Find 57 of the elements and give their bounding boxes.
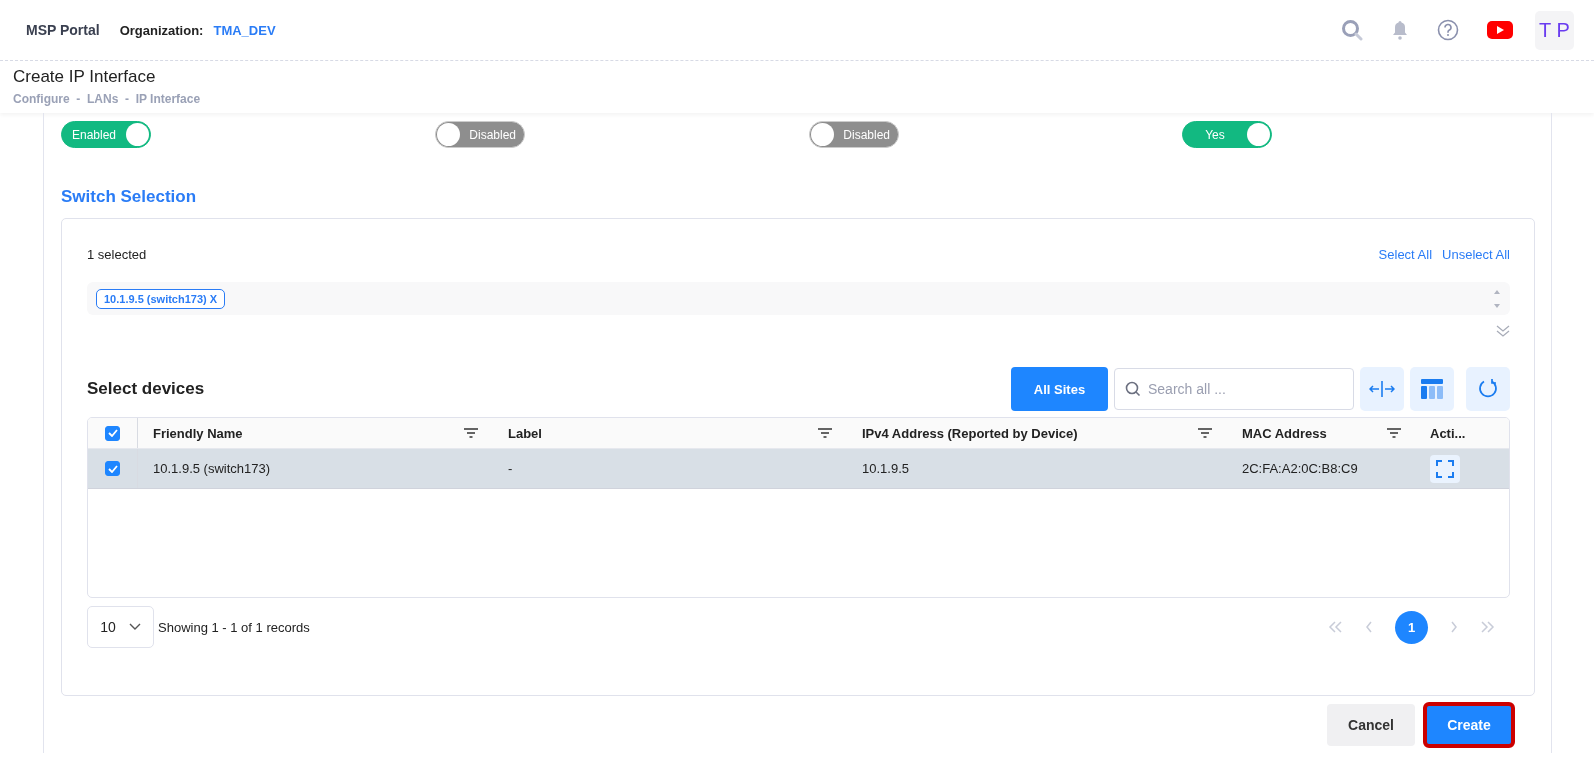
column-header[interactable]: IPv4 Address (Reported by Device) (862, 425, 1078, 441)
organization-label: Organization: (119, 22, 204, 38)
app-name[interactable]: MSP Portal (26, 22, 100, 38)
checkmark-icon (107, 429, 118, 437)
checkmark-icon (107, 464, 118, 473)
breadcrumb[interactable]: Configure - LANs - IP Interface (13, 92, 1581, 106)
table-cell: 10.1.9.5 (switch173) (153, 461, 271, 476)
toggle-switch[interactable]: Yes (1182, 121, 1272, 148)
column-header[interactable]: Friendly Name (153, 425, 243, 441)
selected-chip[interactable]: 10.1.9.5 (switch173) X (96, 288, 226, 309)
resize-columns-button[interactable] (1360, 367, 1404, 411)
all-sites-button[interactable]: All Sites (1011, 367, 1108, 411)
column-header[interactable]: Acti... (1430, 425, 1466, 441)
expand-chevron-icon[interactable] (1496, 325, 1510, 337)
table-cell: 10.1.9.5 (862, 461, 909, 476)
records-summary: Showing 1 - 1 of 1 records (158, 619, 310, 635)
page-button[interactable]: 1 (1395, 610, 1428, 644)
columns-button[interactable] (1410, 367, 1454, 411)
table-cell: 2C:FA:A2:0C:B8:C9 (1242, 461, 1358, 476)
column-header[interactable]: MAC Address (1242, 425, 1327, 441)
columns-icon (1421, 379, 1443, 399)
filter-icon[interactable] (818, 428, 832, 438)
bell-icon[interactable] (1391, 20, 1409, 40)
filter-icon[interactable] (464, 428, 478, 438)
page-size-select[interactable]: 10 (87, 606, 154, 648)
refresh-button[interactable] (1466, 367, 1510, 411)
toggle-switch[interactable]: Enabled (61, 121, 151, 148)
toggle-switch[interactable]: Disabled (435, 121, 525, 148)
table-cell: - (508, 461, 513, 476)
select-all-checkbox[interactable] (105, 425, 120, 441)
help-icon[interactable] (1437, 19, 1459, 41)
filter-icon[interactable] (1198, 428, 1212, 438)
fullscreen-icon (1436, 459, 1454, 478)
section-heading: Switch Selection (61, 187, 198, 207)
table-row[interactable]: 10.1.9.5 (switch173) - 10.1.9.5 2C:FA:A2:0C:B8:C9 (88, 449, 1509, 489)
refresh-icon (1477, 378, 1499, 400)
expand-button[interactable] (1430, 454, 1460, 483)
selected-count: 1 selected (87, 247, 147, 262)
row-checkbox[interactable] (105, 461, 120, 476)
create-button[interactable]: Create (1425, 704, 1513, 746)
unselect-all-link[interactable]: Unselect All (1442, 247, 1510, 262)
section-heading: Select devices (87, 379, 205, 399)
scroll-arrows-icon[interactable] (1493, 288, 1501, 309)
toggle-switch[interactable]: Disabled (809, 121, 899, 148)
split-arrows-icon (1369, 380, 1395, 398)
filter-icon[interactable] (1387, 428, 1401, 438)
search-icon[interactable] (1341, 19, 1363, 41)
search-field[interactable]: Search all ... (1114, 368, 1354, 410)
play-logo-icon[interactable] (1487, 21, 1513, 39)
select-all-link[interactable]: Select All (1378, 247, 1433, 262)
page-title: Create IP Interface (13, 67, 157, 87)
cancel-button[interactable]: Cancel (1327, 704, 1415, 746)
user-avatar[interactable]: T P (1535, 10, 1574, 50)
organization-name[interactable]: TMA_DEV (213, 22, 276, 38)
column-header[interactable]: Label (508, 425, 542, 441)
selected-items-field[interactable]: 10.1.9.5 (switch173) X (87, 282, 1510, 315)
chevron-down-icon (128, 623, 141, 631)
